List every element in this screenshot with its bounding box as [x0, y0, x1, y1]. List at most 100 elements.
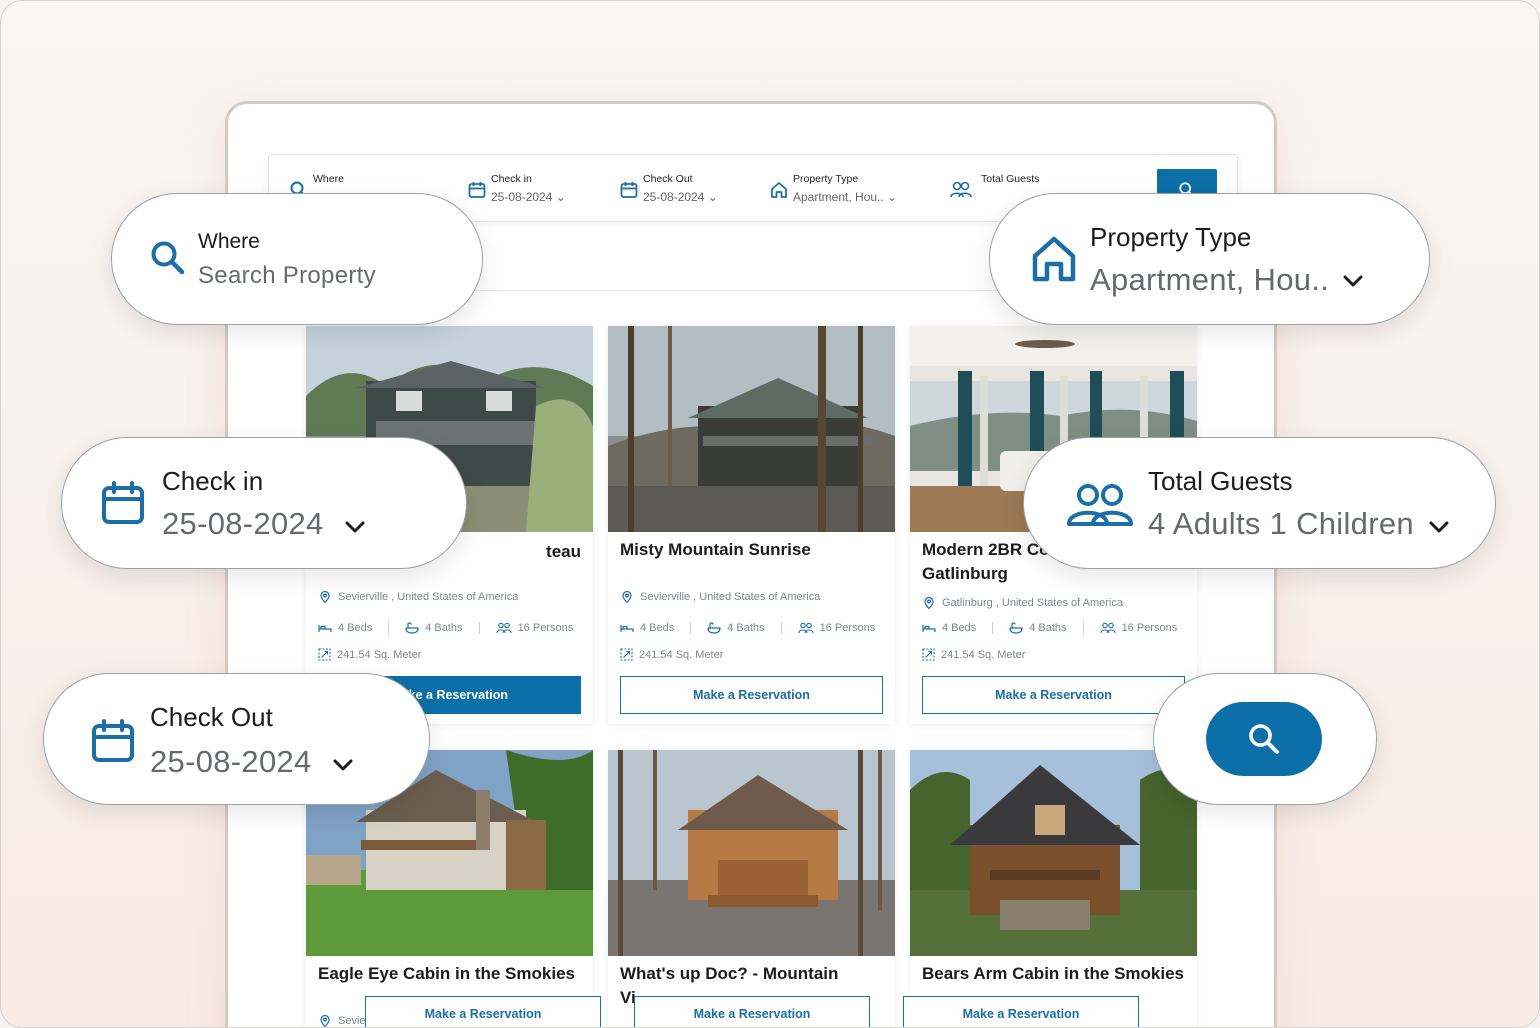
check-out-value: 25-08-2024	[150, 744, 312, 779]
search-icon	[1249, 724, 1279, 754]
users-icon	[496, 622, 512, 634]
users-icon	[950, 181, 972, 198]
where-label: Where	[198, 230, 260, 253]
persons-text: 16 Persons	[819, 622, 876, 634]
area-icon	[318, 648, 331, 661]
property-location: Sevierville , United States of America	[318, 590, 518, 604]
property-type-label: Property Type	[1090, 222, 1252, 252]
check-in-label: Check in	[162, 466, 264, 496]
property-title: Bears Arm Cabin in the Smokies	[922, 964, 1185, 983]
area-text: 241.54 Sq. Meter	[941, 648, 1026, 661]
total-guests-value: 4 Adults 1 Children	[1148, 506, 1414, 541]
baths-text: 4 Baths	[1029, 622, 1067, 634]
mini-checkin-field[interactable]: Check in 25-08-2024 ⌄	[467, 171, 597, 207]
search-icon	[151, 241, 185, 275]
make-reservation-button[interactable]: Make a Reservation	[620, 676, 883, 714]
property-area: 241.54 Sq. Meter	[620, 648, 723, 661]
mini-property-value: Apartment, Hou.. ⌄	[793, 190, 898, 204]
mini-guests-label: Total Guests	[981, 173, 1040, 185]
calendar-icon	[102, 481, 144, 524]
total-guests-pill[interactable]: Total Guests 4 Adults 1 Children	[1023, 437, 1496, 569]
make-reservation-button[interactable]: Make a Reservation	[922, 676, 1185, 714]
where-pill[interactable]: Where Search Property	[111, 193, 483, 325]
property-card: Misty Mountain Sunrise Sevierville , Uni…	[608, 326, 895, 724]
property-area: 241.54 Sq. Meter	[318, 648, 421, 661]
property-area: 241.54 Sq. Meter	[922, 648, 1025, 661]
mini-checkout-field[interactable]: Check Out 25-08-2024 ⌄	[619, 171, 749, 207]
persons-text: 16 Persons	[1121, 622, 1178, 634]
baths-text: 4 Baths	[727, 622, 765, 634]
check-out-label: Check Out	[150, 702, 273, 732]
map-pin-icon	[320, 590, 330, 604]
calendar-icon	[620, 182, 638, 198]
calendar-icon	[468, 182, 486, 198]
bed-icon	[620, 625, 634, 632]
chevron-down-icon	[333, 759, 353, 771]
chevron-down-icon: ⌄	[887, 190, 898, 204]
house-icon	[771, 182, 787, 198]
bed-icon	[318, 625, 332, 632]
property-photo	[608, 750, 895, 956]
property-title: What's up Doc? - Mountain	[620, 964, 839, 983]
area-icon	[922, 648, 935, 661]
search-button-pill	[1153, 673, 1377, 805]
area-text: 241.54 Sq. Meter	[639, 648, 724, 661]
house-icon	[1032, 236, 1076, 282]
bath-icon	[707, 622, 721, 634]
area-text: 241.54 Sq. Meter	[337, 648, 422, 661]
location-text: Sevie	[338, 1015, 366, 1027]
make-reservation-button[interactable]: Make a Reservation	[634, 996, 870, 1027]
make-reservation-button[interactable]: Make a Reservation	[365, 996, 601, 1027]
search-button[interactable]	[1206, 702, 1322, 776]
property-features: 4 Beds 4 Baths 16 Persons	[922, 622, 1177, 634]
users-icon	[798, 622, 814, 634]
property-type-pill[interactable]: Property Type Apartment, Hou..	[989, 193, 1430, 325]
baths-text: 4 Baths	[425, 622, 463, 634]
mini-checkin-label: Check in	[491, 173, 532, 185]
where-placeholder: Search Property	[198, 262, 376, 289]
property-features: 4 Beds 4 Baths 16 Persons	[620, 622, 875, 634]
mini-where-label: Where	[313, 173, 344, 185]
users-icon	[1067, 484, 1133, 526]
property-card: What's up Doc? - Mountain Vi	[608, 750, 895, 1027]
persons-text: 16 Persons	[517, 622, 574, 634]
chevron-down-icon: ⌄	[555, 190, 566, 204]
make-reservation-button[interactable]: Make a Reservation	[903, 996, 1139, 1027]
property-features: 4 Beds 4 Baths 16 Persons	[318, 622, 573, 634]
mini-checkin-value: 25-08-2024 ⌄	[491, 190, 566, 204]
property-title: Misty Mountain Sunrise	[620, 540, 811, 559]
mini-property-field[interactable]: Property Type Apartment, Hou.. ⌄	[769, 171, 919, 207]
bath-icon	[405, 622, 419, 634]
map-pin-icon	[924, 596, 934, 610]
beds-text: 4 Beds	[942, 622, 977, 634]
mini-checkout-label: Check Out	[643, 173, 693, 185]
total-guests-label: Total Guests	[1148, 466, 1293, 496]
bed-icon	[922, 625, 936, 632]
map-pin-icon	[320, 1014, 330, 1027]
property-location: Sevierville , United States of America	[620, 590, 820, 604]
location-text: Sevierville , United States of America	[338, 591, 519, 603]
mini-property-label: Property Type	[793, 173, 859, 185]
beds-text: 4 Beds	[338, 622, 373, 634]
check-in-pill[interactable]: Check in 25-08-2024	[61, 437, 467, 569]
property-photo	[910, 750, 1197, 956]
chevron-down-icon	[1429, 521, 1449, 533]
beds-text: 4 Beds	[640, 622, 675, 634]
property-title: Gatlinburg	[922, 564, 1008, 583]
location-text: Gatlinburg , United States of America	[942, 597, 1123, 609]
chevron-down-icon	[1343, 275, 1363, 287]
location-text: Sevierville , United States of America	[640, 591, 821, 603]
bath-icon	[1009, 622, 1023, 634]
property-title: Eagle Eye Cabin in the Smokies	[318, 964, 575, 983]
property-photo	[608, 326, 895, 532]
property-title: Modern 2BR Co	[922, 540, 1050, 559]
area-icon	[620, 648, 633, 661]
users-icon	[1100, 622, 1116, 634]
chevron-down-icon: ⌄	[707, 190, 718, 204]
check-out-pill[interactable]: Check Out 25-08-2024	[43, 673, 430, 805]
property-card: Bears Arm Cabin in the Smokies	[910, 750, 1197, 1027]
check-in-value: 25-08-2024	[162, 506, 324, 541]
property-location: Gatlinburg , United States of America	[922, 596, 1123, 610]
calendar-icon	[92, 719, 134, 762]
chevron-down-icon	[345, 521, 365, 533]
